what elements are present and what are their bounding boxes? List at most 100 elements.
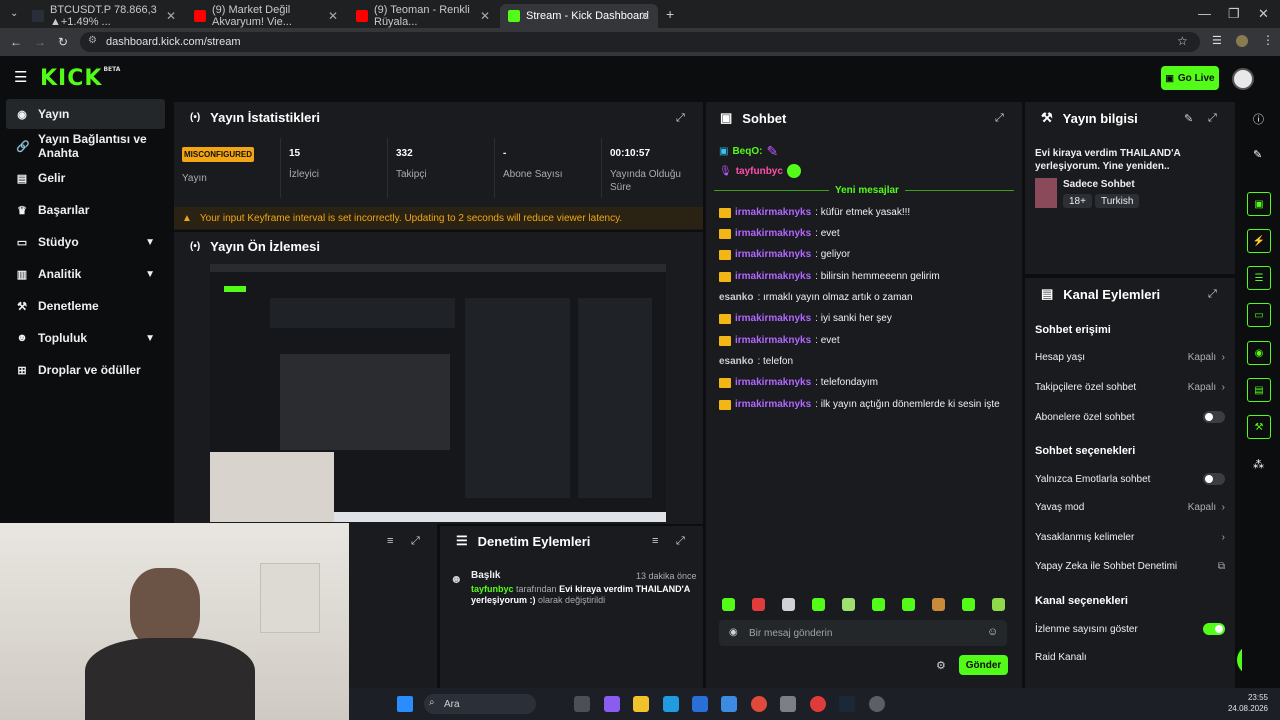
chat-username[interactable]: irmakirmaknyks xyxy=(735,377,811,388)
filter-icon[interactable]: ≡ xyxy=(652,535,658,547)
expand-icon[interactable]: ⤢ xyxy=(411,535,420,548)
obs-icon[interactable] xyxy=(869,696,885,712)
emote-icon[interactable] xyxy=(842,598,855,611)
send-button[interactable]: Gönder xyxy=(959,655,1008,675)
emote-icon[interactable] xyxy=(872,598,885,611)
subs-only-toggle[interactable] xyxy=(1203,411,1225,423)
chat-username[interactable]: esanko xyxy=(719,292,753,303)
calculator-icon[interactable] xyxy=(780,696,796,712)
setting-raid-channel[interactable]: Raid Kanalı xyxy=(1035,652,1225,663)
rail-chat-icon[interactable]: ▭ xyxy=(1247,303,1271,327)
browser-tab-kick[interactable]: Stream - Kick Dashboard ✕ xyxy=(500,4,658,28)
setting-ai-moderation[interactable]: Yapay Zeka ile Sohbet Denetimi ⧉ xyxy=(1035,561,1225,572)
pinned-user-1[interactable]: ▣ BeqO: ✎ xyxy=(719,143,778,160)
show-viewers-toggle[interactable] xyxy=(1203,623,1225,635)
emote-icon[interactable] xyxy=(812,598,825,611)
windows-start-icon[interactable] xyxy=(397,696,413,712)
emote-icon[interactable] xyxy=(722,598,735,611)
chat-message[interactable]: irmakirmaknyks: bilirsin hemmeeenn gelir… xyxy=(719,271,940,282)
emoji-picker-icon[interactable]: ☺ xyxy=(987,626,998,638)
chat-message[interactable]: irmakirmaknyks: evet xyxy=(719,228,840,239)
extensions-icon[interactable]: ☰ xyxy=(1212,34,1222,47)
emote-icon[interactable] xyxy=(782,598,795,611)
rail-list-icon[interactable]: ☰ xyxy=(1247,266,1271,290)
bookmark-star-icon[interactable]: ☆ xyxy=(1177,34,1188,48)
emote-icon[interactable] xyxy=(932,598,945,611)
close-icon[interactable]: ✕ xyxy=(480,9,490,23)
chat-message[interactable]: irmakirmaknyks: telefondayım xyxy=(719,377,878,388)
edit-pencil-icon[interactable]: ✎ xyxy=(1184,112,1193,125)
chat-username[interactable]: irmakirmaknyks xyxy=(735,335,811,346)
browser-tab-youtube-1[interactable]: (9) Market Değil Akvaryum! Vie... ✕ xyxy=(186,4,346,28)
category-name[interactable]: Sadece Sohbet xyxy=(1063,179,1135,190)
chat-settings-gear-icon[interactable]: ⚙ xyxy=(936,659,946,672)
rail-wrench-icon[interactable]: ⚒ xyxy=(1247,415,1271,439)
sidebar-item-droplar[interactable]: ⊞ Droplar ve ödüller xyxy=(6,355,165,385)
edge-icon[interactable] xyxy=(663,696,679,712)
expand-icon[interactable]: ⤢ xyxy=(1208,112,1217,125)
chat-username[interactable]: irmakirmaknyks xyxy=(735,271,811,282)
close-icon[interactable]: ✕ xyxy=(166,9,176,23)
chat-input[interactable]: Bir mesaj gönderin xyxy=(719,620,1007,646)
expand-icon[interactable]: ⤢ xyxy=(676,112,685,125)
sidebar-item-stream-key[interactable]: 🔗 Yayın Bağlantısı ve Anahta xyxy=(6,131,176,161)
profile-icon[interactable] xyxy=(1236,35,1248,47)
copilot-icon[interactable] xyxy=(604,696,620,712)
sidebar-item-topluluk[interactable]: ☻ Topluluk ▼ xyxy=(6,323,165,353)
setting-account-age[interactable]: Hesap yaşı Kapalı › xyxy=(1035,352,1225,363)
taskbar-search[interactable]: Ara xyxy=(424,694,536,714)
rail-broadcast-icon[interactable]: ◉ xyxy=(1247,341,1271,365)
emote-icon[interactable] xyxy=(902,598,915,611)
chat-username[interactable]: esanko xyxy=(719,356,753,367)
site-info-icon[interactable]: ⚙ xyxy=(88,35,97,46)
expand-icon[interactable]: ⤢ xyxy=(995,112,1004,125)
pencil-icon[interactable]: ✎ xyxy=(1253,148,1262,161)
rail-apps-icon[interactable]: ⁂ xyxy=(1253,458,1264,471)
maximize-icon[interactable]: ❐ xyxy=(1228,6,1240,22)
go-live-button[interactable]: ▣ Go Live xyxy=(1161,66,1219,90)
tab-search-icon[interactable]: ⌄ xyxy=(10,8,18,19)
browser-tab-btc[interactable]: BTCUSDT.P 78.866,3 ▲+1.49% ... ✕ xyxy=(24,4,184,28)
chat-message[interactable]: irmakirmaknyks: ilk yayın açtığın döneml… xyxy=(719,399,1000,410)
opera-icon[interactable] xyxy=(810,696,826,712)
emotes-only-toggle[interactable] xyxy=(1203,473,1225,485)
sidebar-item-basarilar[interactable]: ♛ Başarılar xyxy=(6,195,165,225)
clock-date[interactable]: 24.08.2026 xyxy=(1222,704,1268,713)
sidebar-item-gelir[interactable]: ▤ Gelir xyxy=(6,163,165,193)
mail-icon[interactable] xyxy=(721,696,737,712)
chat-message[interactable]: irmakirmaknyks: geliyor xyxy=(719,249,850,260)
mod-entry-user[interactable]: tayfunbyc xyxy=(471,584,514,594)
sidebar-item-denetleme[interactable]: ⚒ Denetleme xyxy=(6,291,165,321)
chat-username[interactable]: irmakirmaknyks xyxy=(735,228,811,239)
pinned-user-2[interactable]: 🎙 tayfunbyc xyxy=(719,164,801,178)
filter-icon[interactable]: ≡ xyxy=(387,535,393,547)
rail-lightning-icon[interactable]: ⚡ xyxy=(1247,229,1271,253)
hamburger-icon[interactable]: ☰ xyxy=(14,68,27,86)
browser-tab-youtube-2[interactable]: (9) Teoman - Renkli Rüyala... ✕ xyxy=(348,4,498,28)
kick-logo[interactable]: KICKBETA xyxy=(40,66,120,91)
setting-slow-mode[interactable]: Yavaş mod Kapalı › xyxy=(1035,502,1225,513)
rail-stats-icon[interactable]: ▣ xyxy=(1247,192,1271,216)
sidebar-item-studyo[interactable]: ▭ Stüdyo ▼ xyxy=(6,227,165,257)
chat-username[interactable]: irmakirmaknyks xyxy=(735,207,811,218)
chat-message[interactable]: irmakirmaknyks: küfür etmek yasak!!! xyxy=(719,207,910,218)
sidebar-item-yayin[interactable]: ◉ Yayın xyxy=(6,99,165,129)
clock-time[interactable]: 23:55 xyxy=(1222,693,1268,702)
address-bar[interactable]: dashboard.kick.com/stream xyxy=(80,32,1200,52)
chat-message[interactable]: irmakirmaknyks: iyi sanki her şey xyxy=(719,313,892,324)
expand-icon[interactable]: ⤢ xyxy=(676,535,685,548)
store-icon[interactable] xyxy=(692,696,708,712)
chat-message[interactable]: irmakirmaknyks: evet xyxy=(719,335,840,346)
setting-subs-only[interactable]: Abonelere özel sohbet xyxy=(1035,411,1225,423)
emote-icon[interactable] xyxy=(992,598,1005,611)
chat-username[interactable]: irmakirmaknyks xyxy=(735,313,811,324)
stream-preview-video[interactable] xyxy=(210,264,666,522)
sidebar-item-analitik[interactable]: ▥ Analitik ▼ xyxy=(6,259,165,289)
chat-message[interactable]: esanko: telefon xyxy=(719,356,793,367)
close-icon[interactable]: ✕ xyxy=(640,9,650,23)
forward-icon[interactable]: → xyxy=(34,35,46,49)
window-close-icon[interactable]: ✕ xyxy=(1258,6,1269,22)
close-icon[interactable]: ✕ xyxy=(328,9,338,23)
new-tab-icon[interactable]: + xyxy=(666,6,674,22)
chat-username[interactable]: irmakirmaknyks xyxy=(735,399,811,410)
